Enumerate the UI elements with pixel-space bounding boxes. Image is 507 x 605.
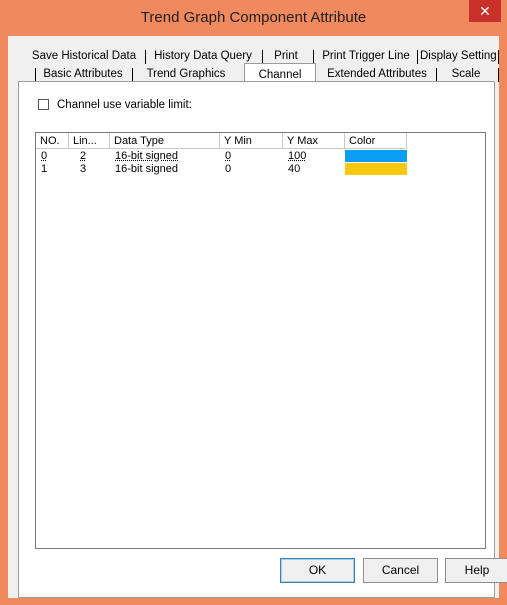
cell-y-max: 40 <box>288 163 301 175</box>
column-header-y-max[interactable]: Y Max <box>283 133 345 149</box>
channel-limit-checkbox[interactable] <box>38 99 49 110</box>
ok-button[interactable]: OK <box>280 558 355 583</box>
cell-line: 2 <box>80 150 87 162</box>
cell-data-type: 16-bit signed <box>115 150 178 162</box>
tab-separator <box>436 68 437 82</box>
tab-separator <box>417 50 418 64</box>
tab-separator <box>35 68 36 82</box>
column-header-line[interactable]: Lin... <box>69 133 110 149</box>
tab-save-historical-data[interactable]: Save Historical Data <box>29 48 139 65</box>
tab-separator <box>498 68 499 82</box>
tab-separator <box>262 50 263 64</box>
cell-line: 3 <box>80 163 87 175</box>
tab-separator <box>132 68 133 82</box>
tab-print-trigger-line[interactable]: Print Trigger Line <box>316 48 416 65</box>
tab-display-setting[interactable]: Display Setting <box>420 48 497 65</box>
window-title: Trend Graph Component Attribute <box>140 9 367 26</box>
title-bar[interactable]: Trend Graph Component Attribute ✕ <box>0 0 507 36</box>
column-header-data-type[interactable]: Data Type <box>110 133 220 149</box>
tab-separator <box>145 50 146 64</box>
cancel-button[interactable]: Cancel <box>363 558 438 583</box>
tab-separator <box>313 50 314 64</box>
column-header-y-min[interactable]: Y Min <box>220 133 283 149</box>
column-header-color[interactable]: Color <box>345 133 407 149</box>
close-button[interactable]: ✕ <box>469 0 501 22</box>
cell-y-min: 0 <box>225 150 232 162</box>
tab-separator <box>498 50 499 64</box>
column-header-no[interactable]: NO. <box>36 133 69 149</box>
cell-y-max: 100 <box>288 150 307 162</box>
dialog-client: Save Historical Data History Data Query … <box>8 36 507 598</box>
color-swatch[interactable] <box>345 163 407 175</box>
dialog-window: Trend Graph Component Attribute ✕ Save H… <box>0 0 507 605</box>
channel-table[interactable]: NO. Lin... Data Type Y Min Y Max Color 0… <box>35 132 486 549</box>
cell-data-type: 16-bit signed <box>115 163 178 175</box>
cell-y-min: 0 <box>225 163 232 175</box>
close-icon: ✕ <box>479 3 491 19</box>
cell-no: 0 <box>41 150 48 162</box>
help-button[interactable]: Help <box>445 558 507 583</box>
cell-no: 1 <box>41 163 48 175</box>
tab-history-data-query[interactable]: History Data Query <box>150 48 256 65</box>
channel-limit-label: Channel use variable limit: <box>57 99 192 111</box>
color-swatch[interactable] <box>345 150 407 162</box>
